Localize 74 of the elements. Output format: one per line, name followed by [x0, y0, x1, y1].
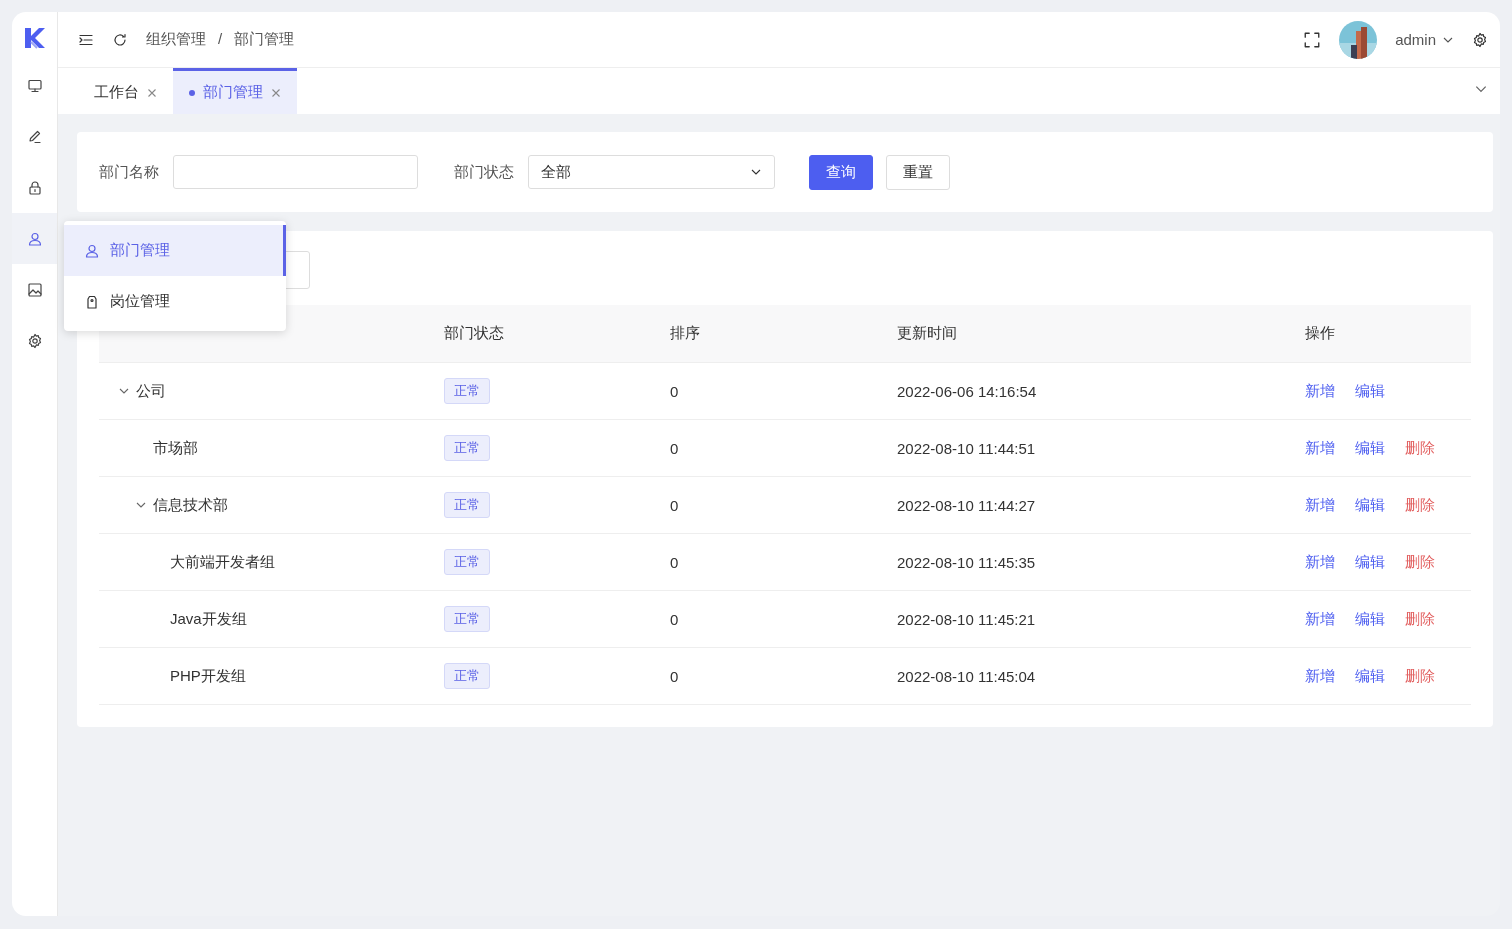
table-cell: 0 [670, 496, 679, 514]
breadcrumb-item[interactable]: 组织管理 [146, 30, 206, 49]
table-cell: 2022-08-10 11:45:35 [897, 553, 1036, 571]
submenu-item[interactable]: 部门管理 [64, 225, 286, 276]
search-button[interactable]: 查询 [809, 154, 873, 190]
action-link[interactable]: 新增 [1305, 495, 1335, 513]
table-cell: 2022-08-10 11:45:04 [897, 667, 1036, 685]
table-cell: 公司 [136, 381, 166, 401]
monitor-icon [26, 77, 43, 94]
status-tag: 正常 [444, 663, 490, 689]
action-link[interactable]: 编辑 [1355, 609, 1385, 627]
table-cell: 0 [670, 610, 679, 628]
status-tag: 正常 [444, 549, 490, 575]
breadcrumb-separator: / [218, 30, 223, 49]
refresh-icon [112, 31, 128, 48]
status-tag: 正常 [444, 378, 490, 404]
username[interactable]: admin [1395, 31, 1436, 48]
select-field[interactable]: 全部 [528, 155, 775, 189]
fullscreen-icon [1303, 30, 1322, 49]
status-tag: 正常 [444, 492, 490, 518]
delete-link[interactable]: 删除 [1405, 495, 1435, 513]
sidebar-item[interactable] [12, 213, 57, 264]
delete-link[interactable]: 删除 [1405, 552, 1435, 570]
settings-icon [1472, 31, 1488, 48]
pen-icon [26, 128, 43, 145]
settings-icon [26, 332, 43, 349]
action-link[interactable]: 新增 [1305, 438, 1335, 456]
action-link[interactable]: 新增 [1305, 666, 1335, 684]
field-label: 部门名称 [99, 162, 159, 182]
image-icon [26, 281, 43, 298]
table-cell: 2022-06-06 14:16:54 [897, 382, 1037, 400]
table-cell: Java开发组 [170, 609, 247, 629]
table-cell: 0 [670, 382, 679, 400]
tab[interactable]: 工作台 [78, 68, 173, 114]
lock-icon [26, 179, 43, 196]
table-cell: 2022-08-10 11:44:51 [897, 439, 1036, 457]
delete-link[interactable]: 删除 [1405, 666, 1435, 684]
tab[interactable]: 部门管理 [173, 68, 297, 114]
table-cell: 0 [670, 439, 679, 457]
field-label: 部门状态 [454, 162, 514, 182]
logo-icon [22, 26, 47, 50]
delete-link[interactable]: 删除 [1405, 438, 1435, 456]
action-link[interactable]: 新增 [1305, 552, 1335, 570]
close-icon[interactable] [147, 87, 157, 98]
user-icon [84, 242, 100, 259]
column-header: 操作 [1305, 324, 1335, 341]
table-cell: 2022-08-10 11:45:21 [897, 610, 1036, 628]
table-cell: 大前端开发者组 [170, 552, 275, 572]
action-link[interactable]: 编辑 [1355, 666, 1385, 684]
action-link[interactable]: 新增 [1305, 381, 1335, 399]
column-header: 排序 [670, 324, 700, 341]
table-cell: 市场部 [153, 438, 198, 458]
reset-button[interactable]: 重置 [886, 154, 950, 190]
column-header: 更新时间 [897, 324, 957, 341]
table-cell: PHP开发组 [170, 666, 246, 686]
input-field[interactable] [173, 155, 418, 189]
submenu-item[interactable]: 岗位管理 [64, 276, 286, 327]
status-tag: 正常 [444, 606, 490, 632]
table-cell: 0 [670, 553, 679, 571]
delete-link[interactable]: 删除 [1405, 609, 1435, 627]
table-cell: 信息技术部 [153, 495, 228, 515]
breadcrumb-item: 部门管理 [234, 30, 295, 49]
action-link[interactable]: 编辑 [1355, 495, 1385, 513]
table-cell: 0 [670, 667, 679, 685]
action-link[interactable]: 新增 [1305, 609, 1335, 627]
action-link[interactable]: 编辑 [1355, 381, 1385, 399]
action-link[interactable]: 编辑 [1355, 552, 1385, 570]
column-header: 部门状态 [444, 324, 504, 341]
close-icon[interactable] [271, 87, 281, 98]
tag-icon [84, 293, 100, 310]
user-icon [26, 230, 43, 247]
action-link[interactable]: 编辑 [1355, 438, 1385, 456]
status-tag: 正常 [444, 435, 490, 461]
table-cell: 2022-08-10 11:44:27 [897, 496, 1036, 514]
